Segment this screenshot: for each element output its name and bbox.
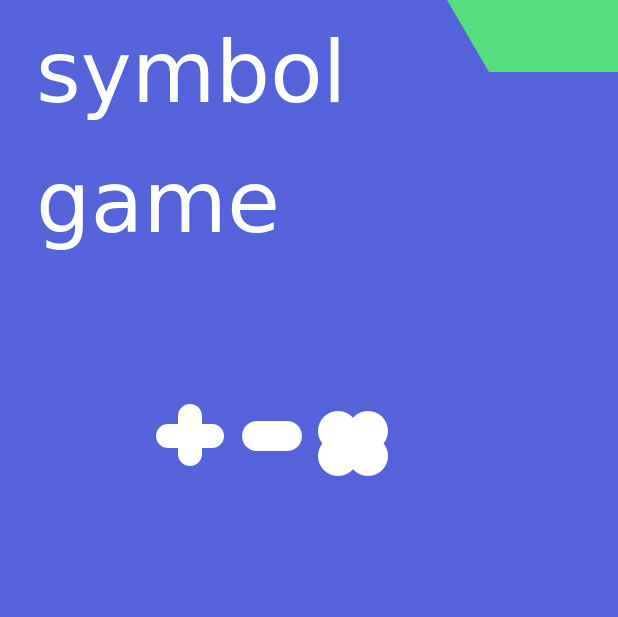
multiply-icon bbox=[318, 411, 388, 476]
game-title-line-2: game bbox=[36, 153, 280, 253]
minus-icon bbox=[242, 421, 302, 451]
game-title-line-1: symbol bbox=[36, 23, 347, 123]
game-tile[interactable]: symbol game bbox=[0, 0, 618, 617]
plus-icon bbox=[156, 404, 224, 466]
corner-accent-shape bbox=[447, 0, 618, 72]
symbols-icon-group bbox=[156, 404, 388, 476]
